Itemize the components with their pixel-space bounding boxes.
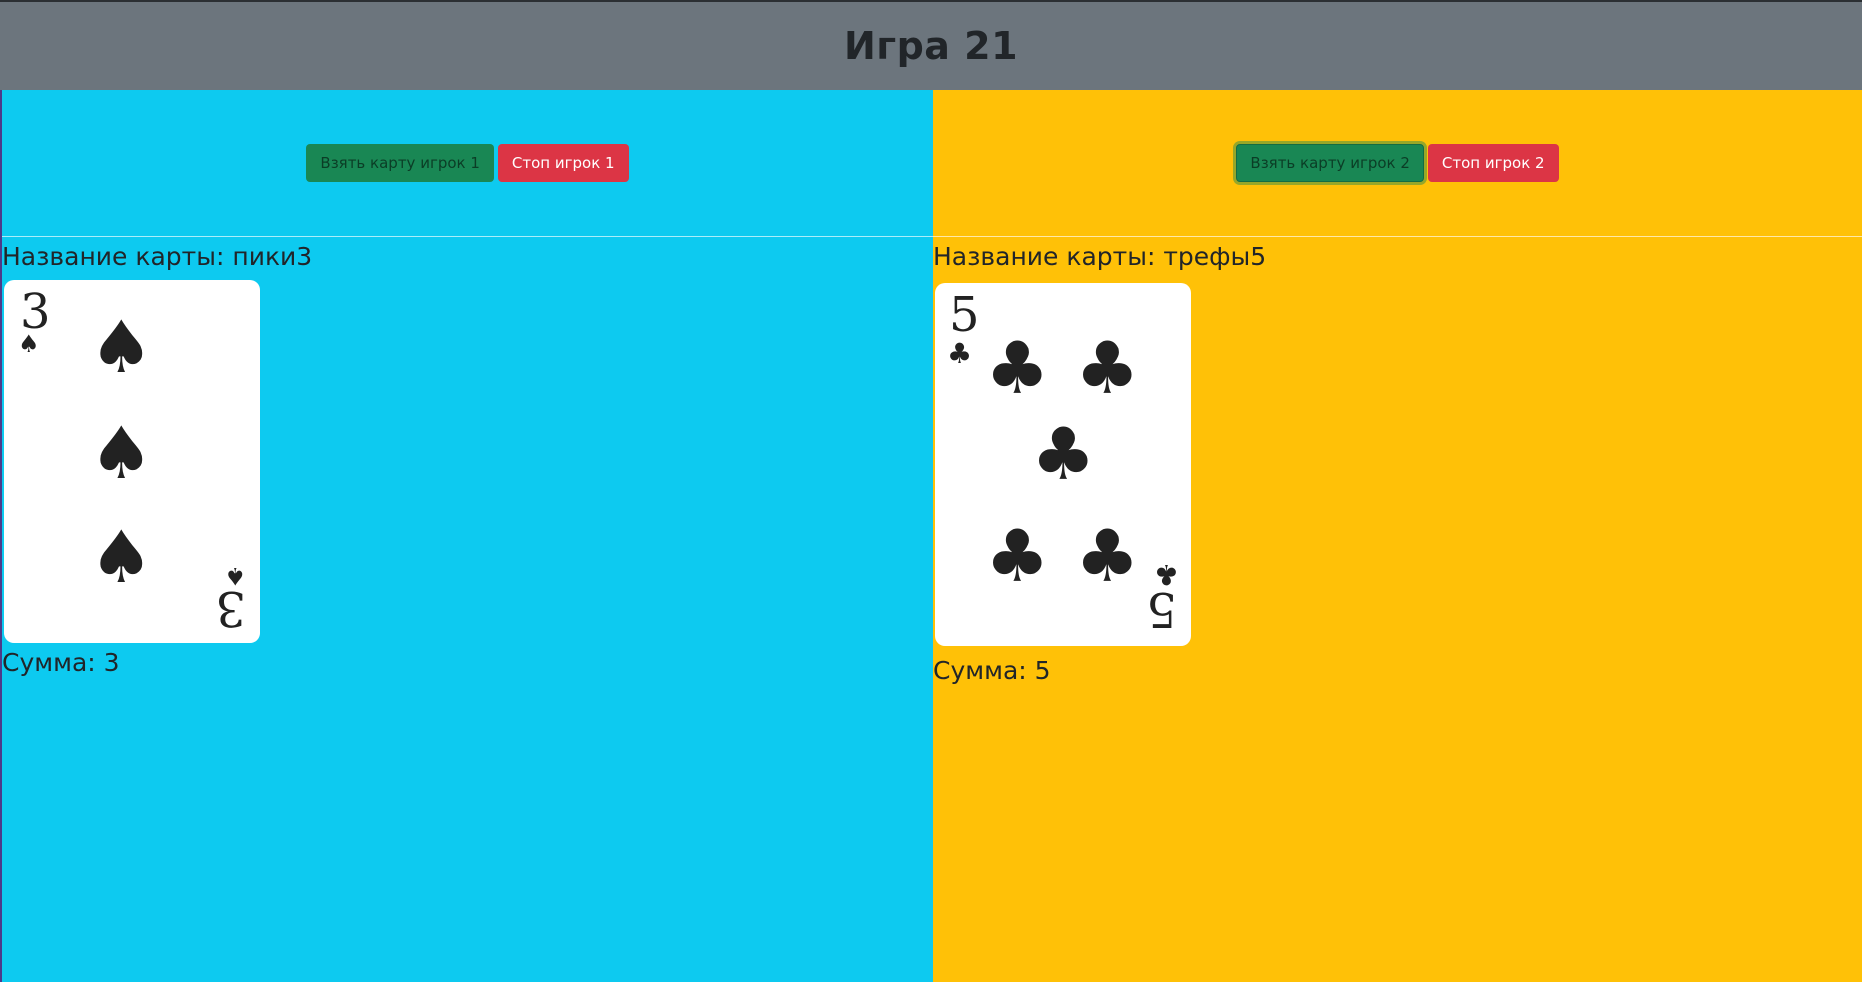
club-pip-icon: ♣ [1031, 412, 1096, 496]
player-2-controls: Взять карту игрок 2 Стоп игрок 2 [933, 90, 1862, 237]
card-suit-bottom-icon: ♠ [224, 562, 246, 590]
card-suit-top-icon: ♠ [18, 330, 40, 358]
app-header: Игра 21 [0, 0, 1862, 90]
playing-card-player-1: 3 ♠ ♠ ♠ ♠ 3 ♠ [4, 280, 260, 643]
player-2-panel: Взять карту игрок 2 Стоп игрок 2 Названи… [933, 90, 1862, 982]
playing-card-player-2: 5 ♣ ♣ ♣ ♣ ♣ ♣ 5 ♣ [935, 283, 1191, 646]
spade-pip-icon: ♠ [89, 411, 154, 495]
club-pip-icon: ♣ [985, 326, 1050, 410]
stop-button-player-1[interactable]: Стоп игрок 1 [497, 144, 629, 182]
take-card-button-player-1[interactable]: Взять карту игрок 1 [306, 144, 494, 182]
card-suit-top-icon: ♣ [947, 337, 972, 370]
three-of-spades-card-image: 3 ♠ ♠ ♠ ♠ 3 ♠ [18, 284, 246, 636]
sum-player-2: Сумма: 5 [933, 656, 1051, 685]
game-page: Игра 21 Взять карту игрок 1 Стоп игрок 1… [0, 0, 1862, 982]
club-pip-icon: ♣ [1075, 514, 1140, 598]
player-1-controls: Взять карту игрок 1 Стоп игрок 1 [2, 90, 933, 237]
club-pip-icon: ♣ [1075, 326, 1140, 410]
take-card-button-player-2[interactable]: Взять карту игрок 2 [1236, 144, 1424, 182]
page-title: Игра 21 [843, 24, 1019, 68]
sum-player-1: Сумма: 3 [2, 648, 120, 677]
club-pip-icon: ♣ [985, 514, 1050, 598]
spade-pip-icon: ♠ [89, 515, 154, 599]
card-name-player-1: Название карты: пики3 [2, 242, 313, 271]
spade-pip-icon: ♠ [89, 305, 154, 389]
five-of-clubs-card-image: 5 ♣ ♣ ♣ ♣ ♣ ♣ 5 ♣ [947, 287, 1179, 637]
card-rank-top: 5 [949, 287, 980, 343]
card-name-player-2: Название карты: трефы5 [933, 242, 1267, 271]
player-1-panel: Взять карту игрок 1 Стоп игрок 1 Названи… [0, 90, 933, 982]
card-suit-bottom-icon: ♣ [1154, 558, 1179, 591]
stop-button-player-2[interactable]: Стоп игрок 2 [1427, 144, 1559, 182]
